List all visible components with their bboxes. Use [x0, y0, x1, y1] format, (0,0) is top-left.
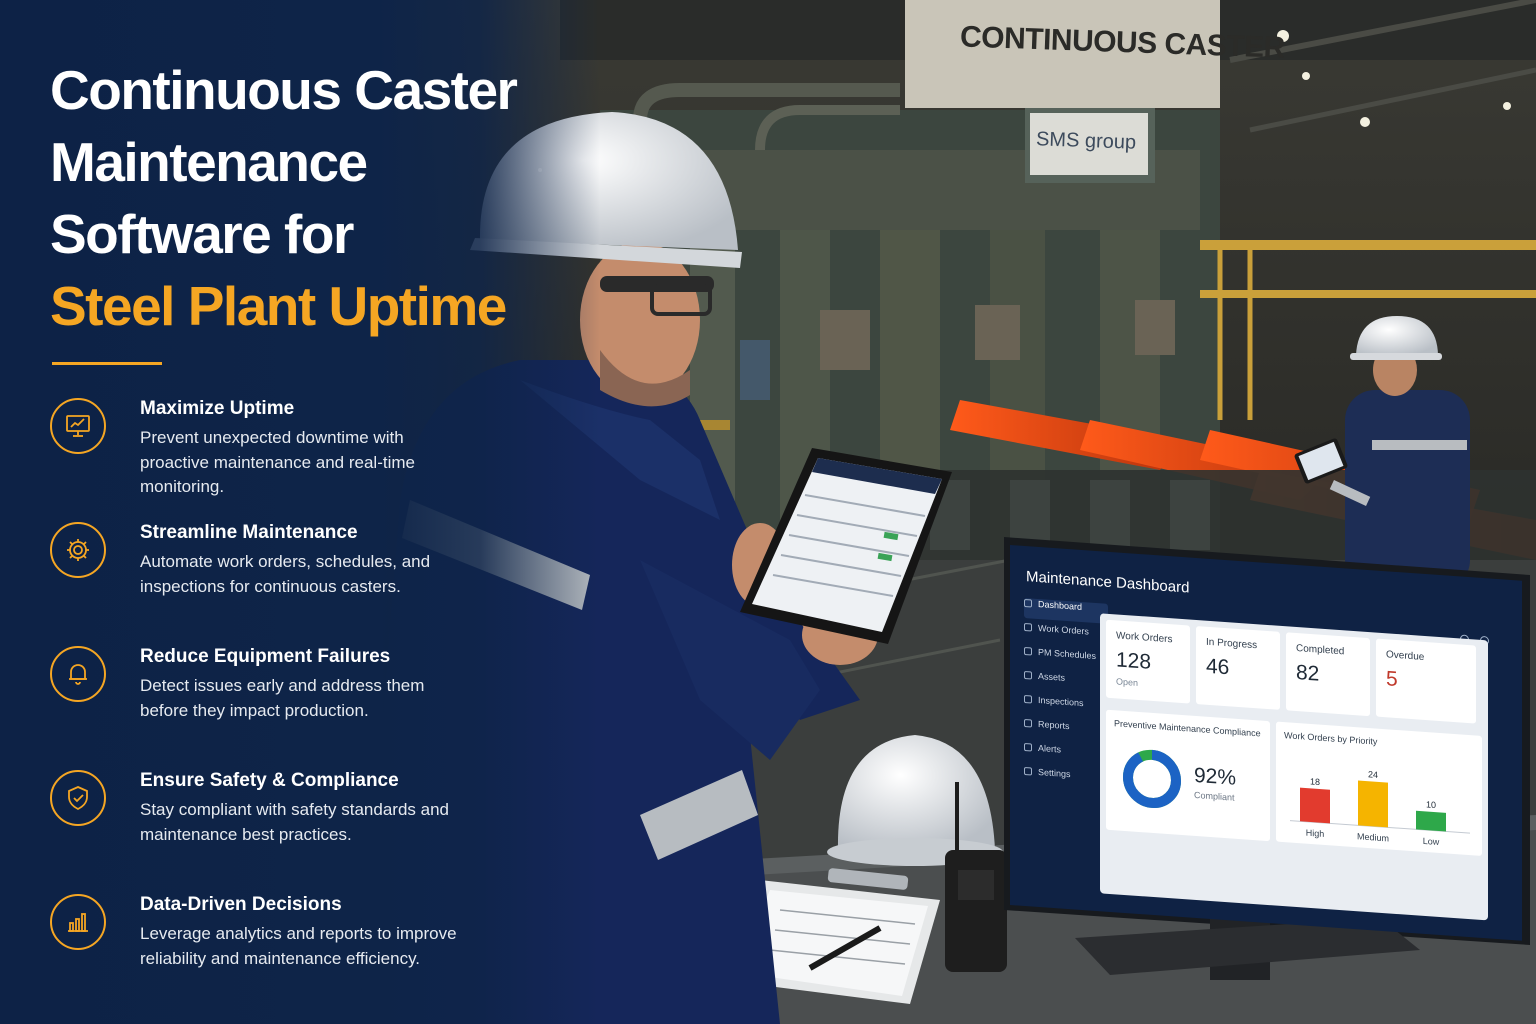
priority-bar-chart: 18 High 24 Medium 10 Low — [1290, 769, 1470, 847]
clipboard-icon — [1024, 622, 1032, 632]
dashboard-main: Work Orders 128 Open In Progress 46 Comp… — [1100, 613, 1488, 921]
kpi-sub: Open — [1116, 676, 1139, 688]
kpi-value: 5 — [1386, 667, 1398, 692]
feature-reduce-failures: Reduce Equipment Failures Detect issues … — [50, 646, 470, 756]
kpi-label: Work Orders — [1116, 630, 1173, 646]
gear-icon — [50, 522, 106, 578]
checklist-icon — [1024, 694, 1032, 704]
compliance-sub: Compliant — [1194, 789, 1235, 803]
nav-item-pm-schedules[interactable]: PM Schedules — [1024, 646, 1108, 672]
dashboard-title: Maintenance Dashboard — [1026, 568, 1190, 597]
feature-data-driven: Data-Driven Decisions Leverage analytics… — [50, 894, 470, 1004]
feature-title: Data-Driven Decisions — [140, 894, 342, 915]
shield-check-icon — [50, 770, 106, 826]
compliance-panel: Preventive Maintenance Compliance 92% Co… — [1106, 709, 1270, 842]
donut-compliant-arc — [1123, 749, 1181, 809]
nav-item-dashboard[interactable]: Dashboard — [1024, 597, 1108, 624]
bell-icon — [50, 646, 106, 702]
kpi-label: Completed — [1296, 642, 1345, 658]
compliance-donut — [1123, 749, 1181, 809]
feature-description: Leverage analytics and reports to improv… — [140, 924, 457, 968]
maintenance-dashboard-screen: Maintenance Dashboard Dashboard Work Ord… — [1010, 545, 1522, 941]
feature-safety-compliance: Ensure Safety & Compliance Stay complian… — [50, 770, 470, 880]
left-info-panel: Continuous Caster Maintenance Software f… — [0, 0, 600, 1024]
brand-sign-label: SMS group — [1035, 128, 1137, 154]
kpi-label: Overdue — [1386, 649, 1425, 663]
nav-item-settings[interactable]: Settings — [1024, 766, 1108, 792]
nav-item-work-orders[interactable]: Work Orders — [1024, 622, 1108, 648]
headline-line-2: Maintenance — [50, 131, 368, 193]
kpi-card-in-progress[interactable]: In Progress 46 — [1196, 626, 1280, 710]
bar-category-label: High — [1306, 828, 1324, 839]
nav-item-alerts[interactable]: Alerts — [1024, 742, 1108, 768]
feature-title: Streamline Maintenance — [140, 522, 358, 543]
feature-title: Reduce Equipment Failures — [140, 646, 391, 667]
bar-value-label: 10 — [1426, 799, 1436, 810]
bar-high — [1300, 787, 1330, 824]
nav-item-assets[interactable]: Assets — [1024, 670, 1108, 696]
feature-title: Ensure Safety & Compliance — [140, 770, 399, 791]
headline-divider — [52, 362, 162, 365]
nav-item-reports[interactable]: Reports — [1024, 718, 1108, 744]
bar-medium — [1358, 780, 1388, 828]
headline-line-3: Software for — [50, 203, 354, 265]
feature-description: Automate work orders, schedules, and ins… — [140, 552, 431, 596]
feature-maximize-uptime: Maximize Uptime Prevent unexpected downt… — [50, 398, 470, 508]
kpi-value: 128 — [1116, 648, 1152, 674]
bar-low — [1416, 810, 1446, 832]
feature-title: Maximize Uptime — [140, 398, 295, 419]
compliance-title: Preventive Maintenance Compliance — [1114, 718, 1261, 739]
kpi-label: In Progress — [1206, 636, 1258, 652]
feature-description: Prevent unexpected downtime with proacti… — [140, 428, 415, 496]
kpi-card-completed[interactable]: Completed 82 — [1286, 632, 1370, 717]
monitor-chart-icon — [50, 398, 106, 454]
kpi-value: 82 — [1296, 660, 1320, 686]
settings-icon — [1024, 766, 1032, 776]
calendar-icon — [1024, 646, 1032, 656]
kpi-card-work-orders[interactable]: Work Orders 128 Open — [1106, 619, 1190, 704]
home-icon — [1024, 598, 1032, 608]
headline-line-1: Continuous Caster — [50, 59, 518, 121]
feature-streamline-maintenance: Streamline Maintenance Automate work ord… — [50, 522, 470, 632]
kpi-card-overdue[interactable]: Overdue 5 — [1376, 638, 1476, 724]
nav-item-inspections[interactable]: Inspections — [1024, 694, 1108, 720]
bar-value-label: 24 — [1368, 769, 1378, 780]
alert-icon — [1024, 742, 1032, 752]
feature-description: Detect issues early and address them bef… — [140, 676, 425, 720]
bar-value-label: 18 — [1310, 776, 1320, 787]
headline-line-4: Steel Plant Uptime — [50, 275, 507, 337]
compliance-value: 92% — [1194, 763, 1237, 790]
bar-chart-icon — [50, 894, 106, 950]
report-icon — [1024, 718, 1032, 728]
priority-chart-title: Work Orders by Priority — [1284, 730, 1378, 747]
dashboard-sidebar: Dashboard Work Orders PM Schedules Asset… — [1018, 597, 1108, 804]
cube-icon — [1024, 670, 1032, 680]
bar-category-label: Medium — [1357, 831, 1389, 843]
priority-panel: Work Orders by Priority 18 High 24 Medium 10… — [1276, 721, 1482, 857]
feature-description: Stay compliant with safety standards and… — [140, 800, 449, 844]
bar-category-label: Low — [1423, 836, 1440, 847]
kpi-value: 46 — [1206, 654, 1230, 680]
